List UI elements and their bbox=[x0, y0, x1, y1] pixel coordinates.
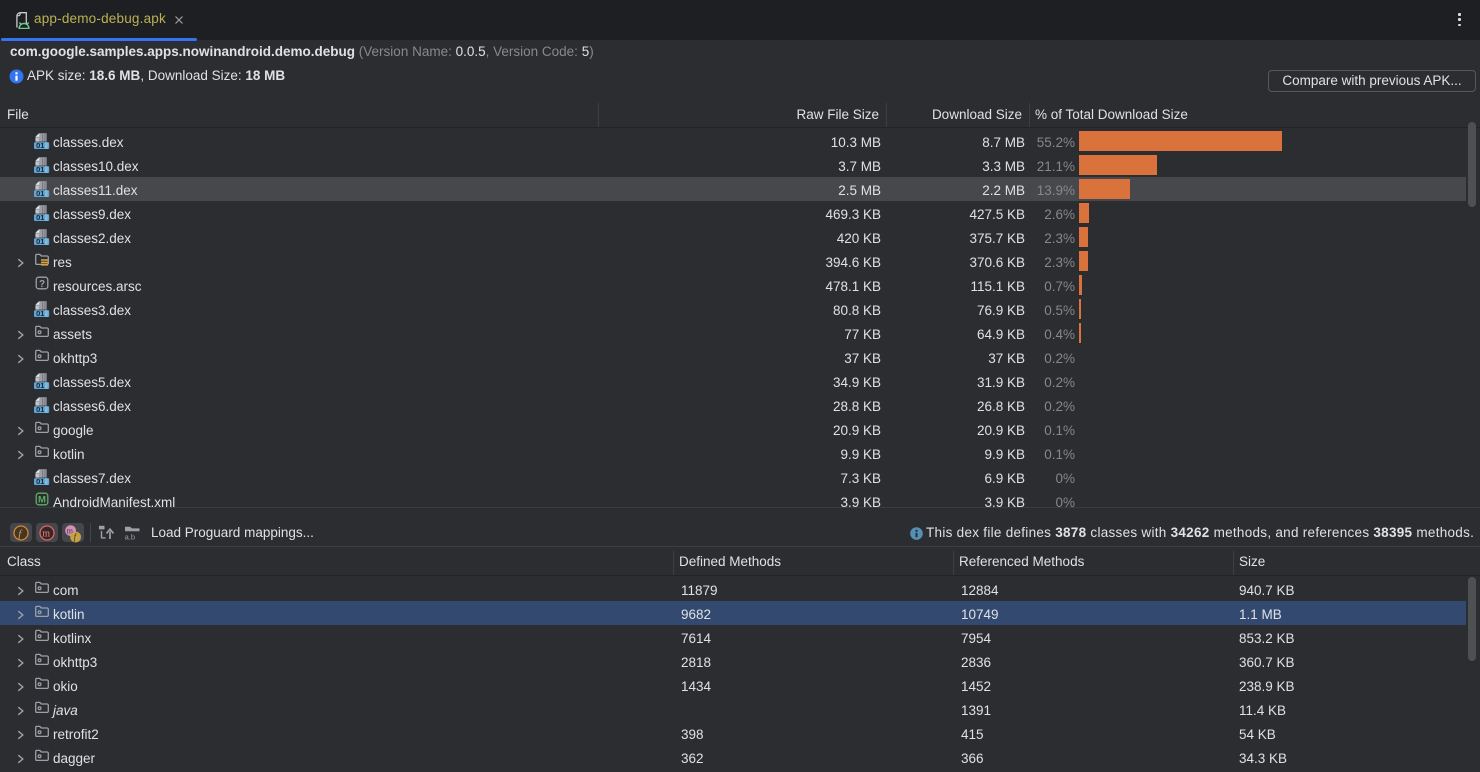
svg-text:01: 01 bbox=[36, 477, 44, 485]
svg-text:01: 01 bbox=[36, 165, 44, 173]
svg-text:?: ? bbox=[39, 279, 45, 290]
svg-text:01: 01 bbox=[36, 141, 44, 149]
svg-text:01: 01 bbox=[36, 189, 44, 197]
svg-text:01: 01 bbox=[36, 381, 44, 389]
svg-text:01: 01 bbox=[36, 405, 44, 413]
svg-text:m: m bbox=[42, 529, 50, 540]
svg-text:01: 01 bbox=[36, 309, 44, 317]
svg-text:a.b: a.b bbox=[125, 533, 135, 541]
svg-text:M: M bbox=[38, 495, 46, 506]
svg-text:01: 01 bbox=[36, 213, 44, 221]
svg-text:01: 01 bbox=[36, 237, 44, 245]
